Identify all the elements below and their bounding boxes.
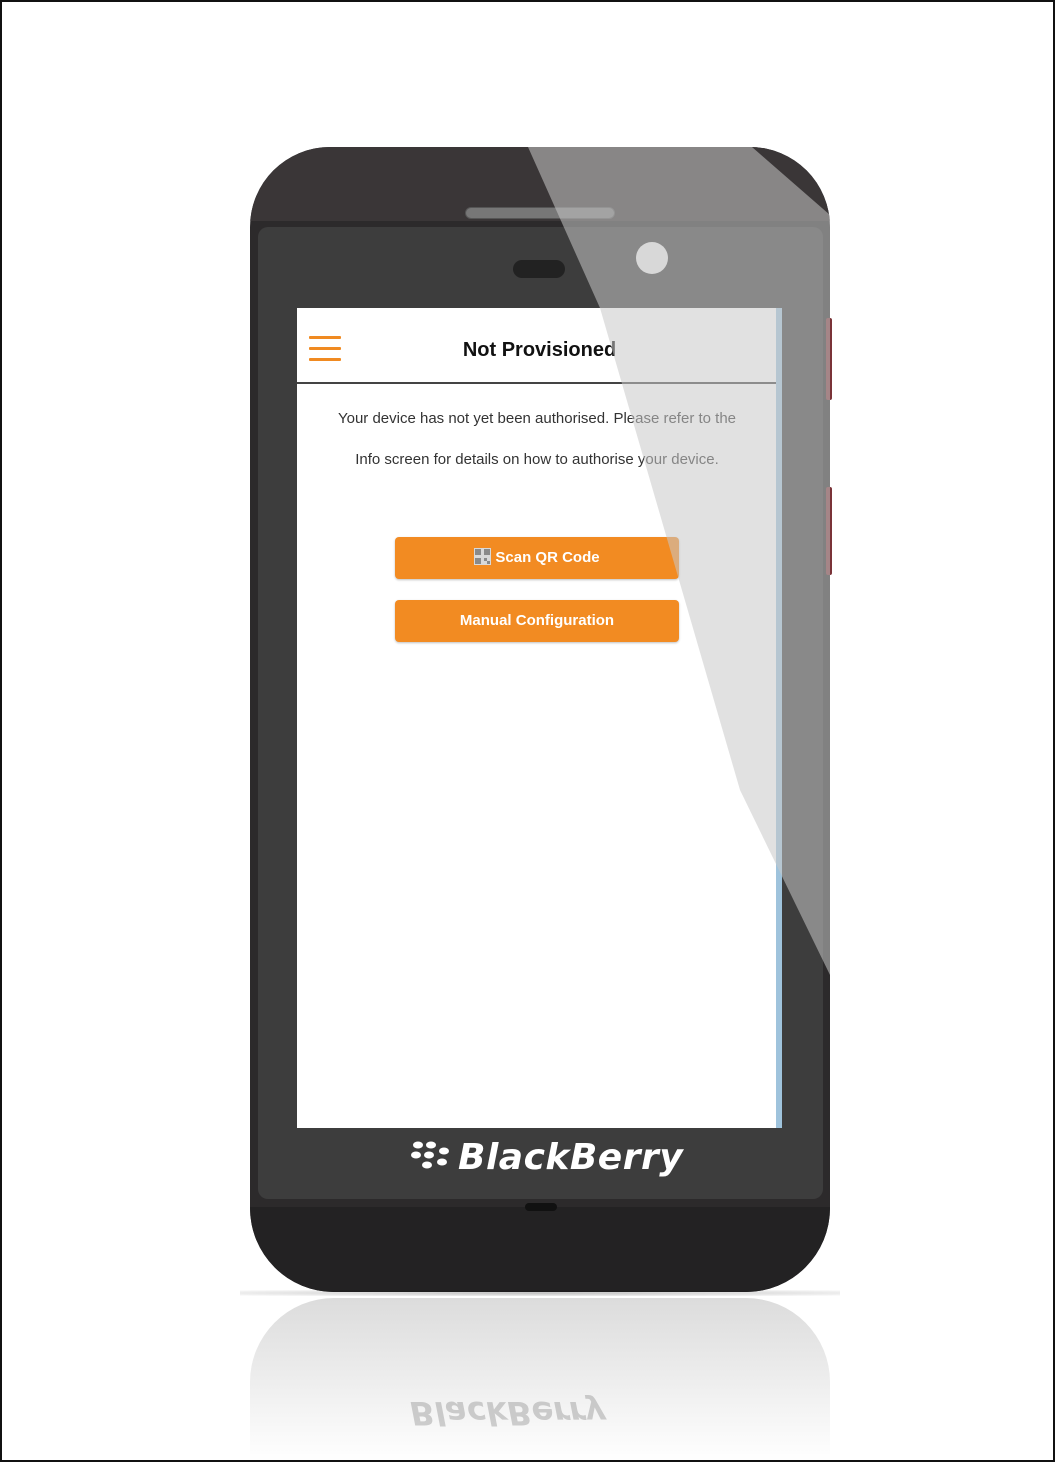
page-title: Not Provisioned (462, 339, 617, 361)
phone-reflection: BlackBerry (250, 1298, 830, 1462)
scan-qr-code-button[interactable]: Scan QR Code (395, 537, 679, 579)
manual-configuration-button[interactable]: Manual Configuration (395, 600, 679, 642)
not-provisioned-message: Your device has not yet been authorised.… (337, 410, 737, 468)
reflected-brand-name: BlackBerry (410, 1394, 606, 1432)
scan-qr-code-label: Scan QR Code (495, 549, 600, 566)
side-key-upper[interactable] (826, 318, 832, 400)
app-header: Not Provisioned (297, 308, 782, 384)
usb-port (525, 1203, 557, 1211)
phone-shadow (240, 1290, 840, 1296)
qr-code-icon (474, 548, 492, 565)
manual-configuration-label: Manual Configuration (459, 612, 615, 629)
earpiece (513, 260, 565, 278)
front-camera (636, 242, 668, 274)
blackberry-logo: BlackBerry (410, 1132, 683, 1182)
blackberry-logo-icon (411, 1141, 449, 1169)
phone-bottom-band (250, 1207, 830, 1292)
speaker-grille (465, 207, 615, 219)
screen-edge-highlight (776, 308, 782, 1128)
side-key-lower[interactable] (826, 487, 832, 575)
device-screen: Not Provisioned Your device has not yet … (297, 308, 782, 1128)
brand-name: BlackBerry (458, 1136, 684, 1178)
